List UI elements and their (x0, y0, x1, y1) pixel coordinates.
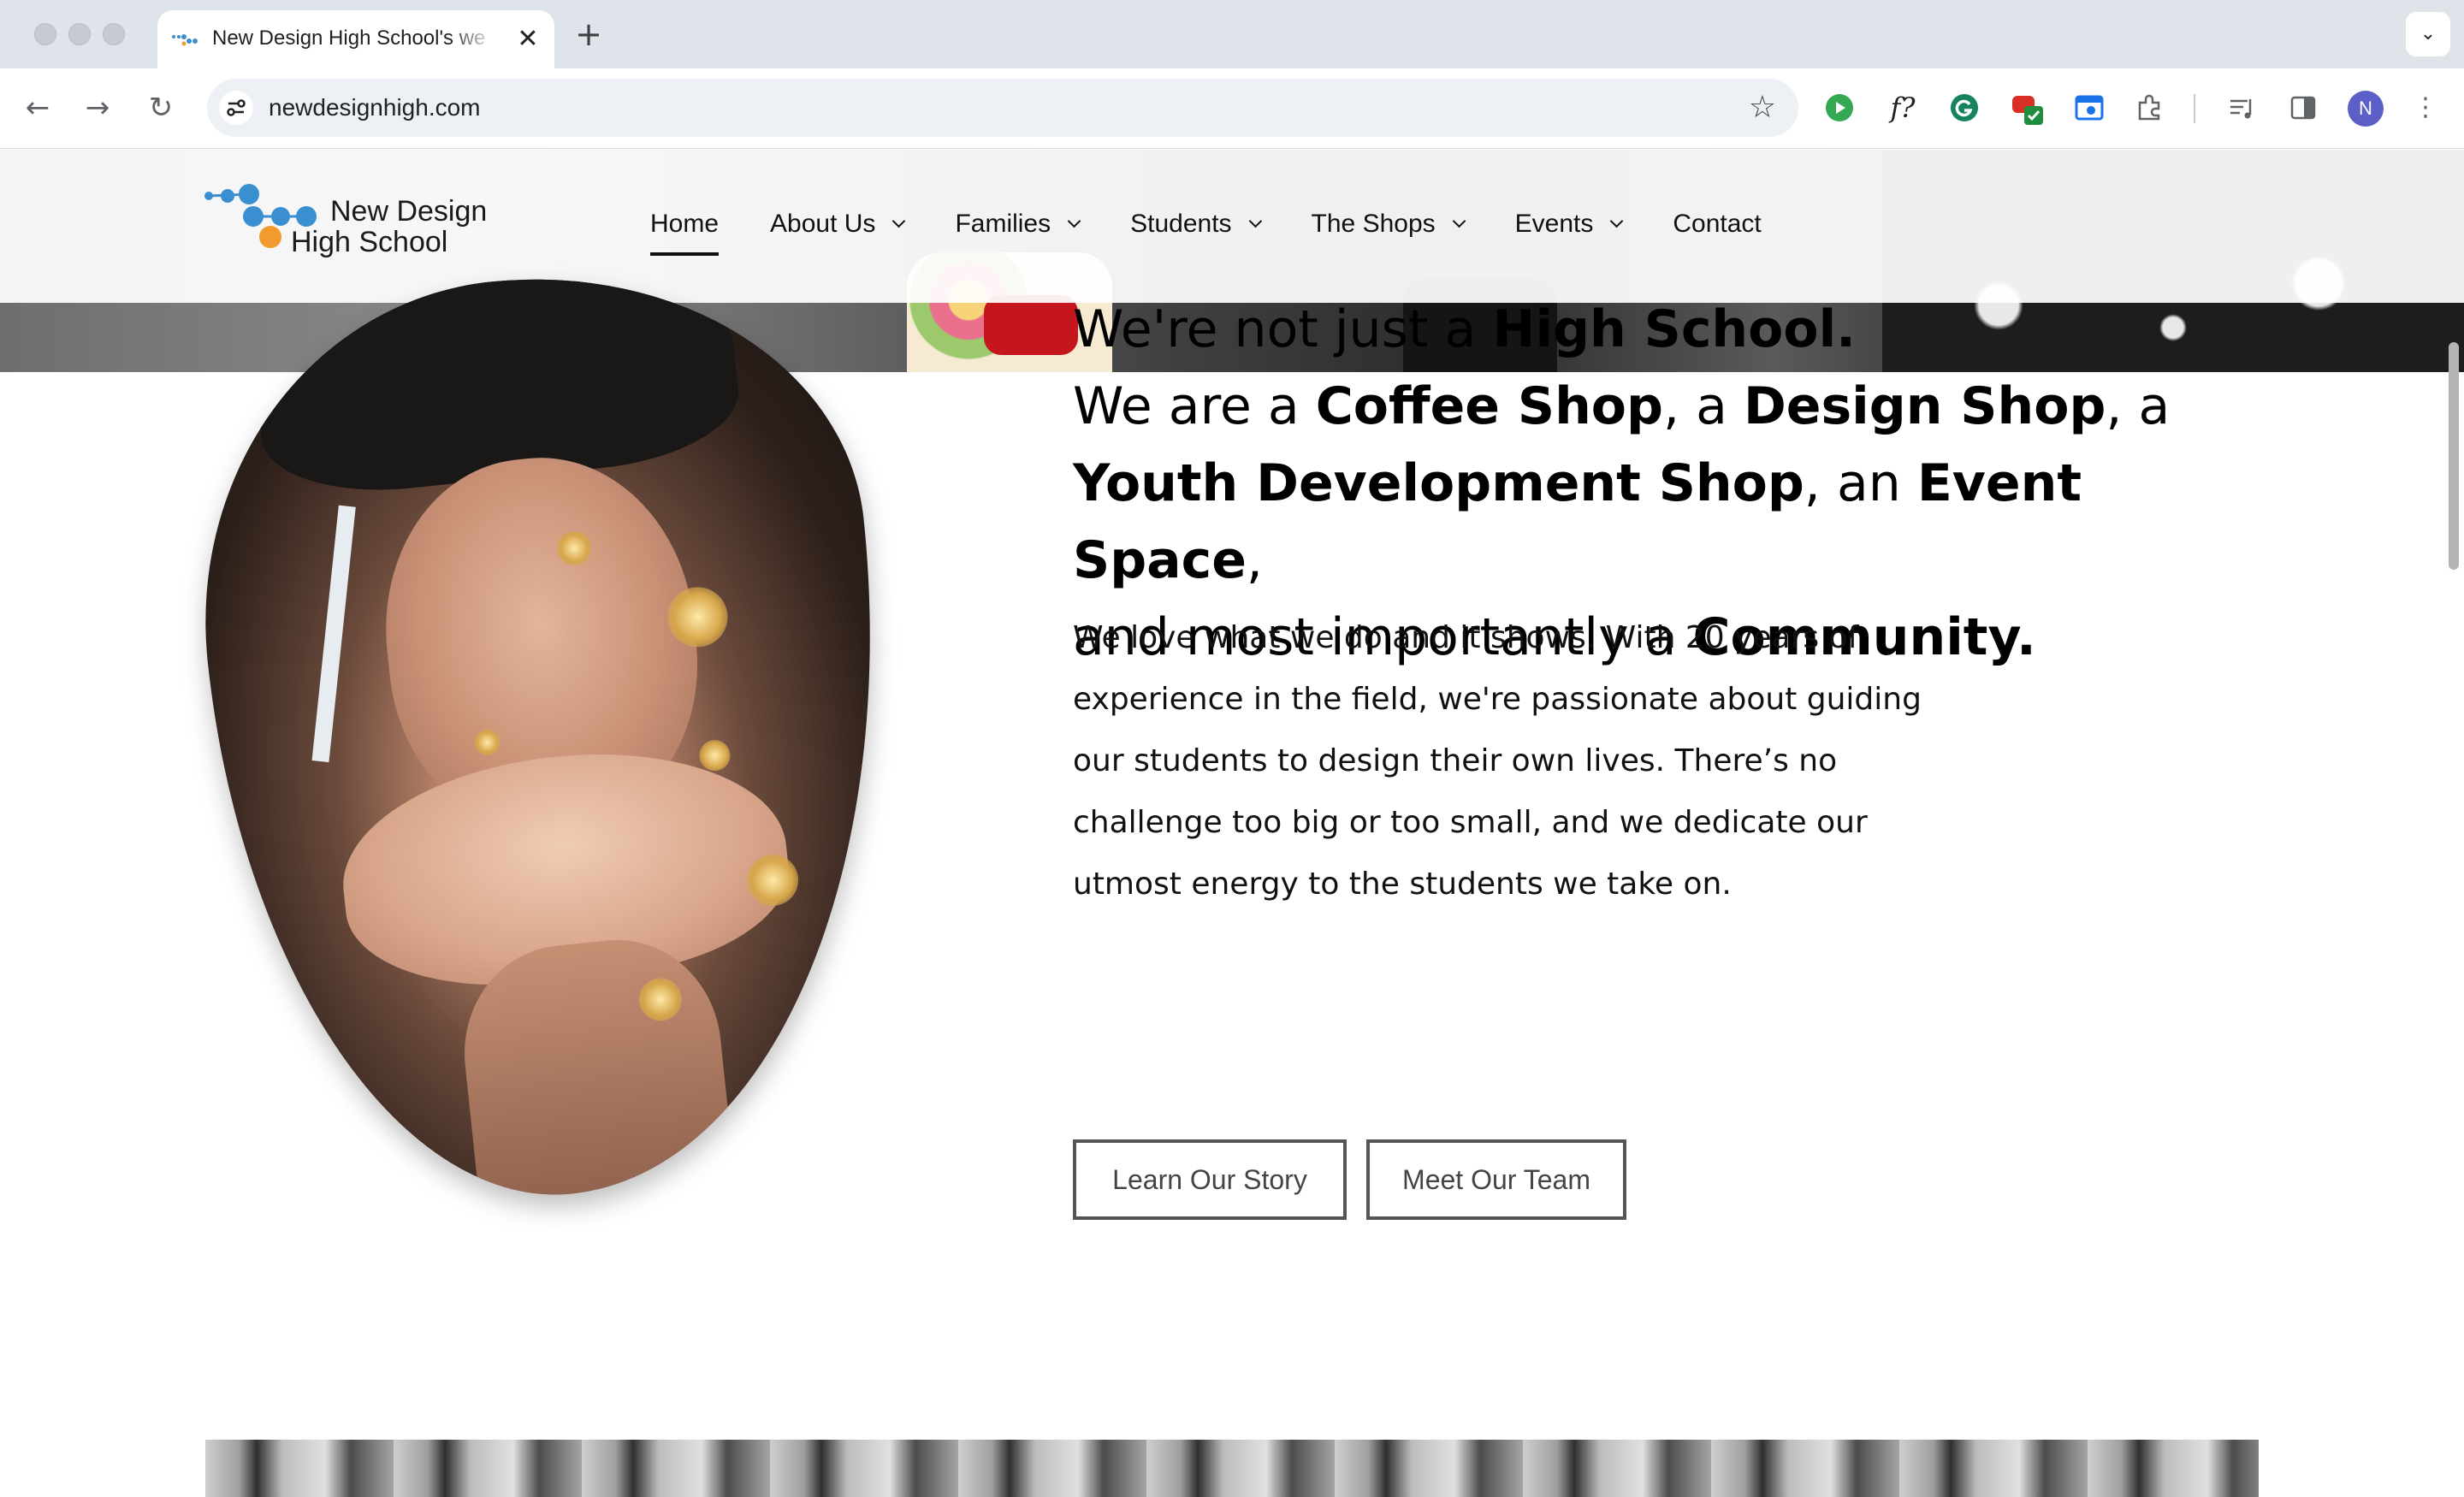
extension-badge-icon[interactable] (2009, 89, 2046, 127)
window-zoom-button[interactable] (103, 23, 125, 45)
learn-our-story-button[interactable]: Learn Our Story (1073, 1139, 1347, 1220)
logo-line-2: High School (291, 226, 448, 258)
nav-home[interactable]: Home (650, 210, 720, 256)
page-scrollbar[interactable] (2449, 342, 2459, 570)
new-tab-button[interactable]: + (572, 17, 606, 51)
forward-button[interactable]: → (77, 87, 118, 128)
nav-home-label: Home (650, 210, 720, 238)
section-photo-banner (205, 1440, 2259, 1497)
photo-tassel-shape (311, 505, 356, 763)
browser-menu-icon[interactable]: ⋮ (2413, 87, 2438, 128)
main-nav: Home About Us Families Students The Shop… (650, 210, 1813, 261)
nav-about-us[interactable]: About Us (770, 210, 906, 239)
meet-our-team-button[interactable]: Meet Our Team (1366, 1139, 1626, 1220)
glitter-sparkle (697, 738, 732, 772)
nav-events-label: Events (1514, 210, 1594, 238)
headline-text: We are a (1073, 376, 1316, 436)
toolbar-divider (2194, 94, 2195, 123)
screenshot-icon[interactable] (2070, 89, 2108, 127)
grammarly-icon[interactable] (1946, 89, 1983, 127)
logo-wordmark: New Design High School (291, 195, 488, 257)
address-bar[interactable]: newdesignhigh.com ☆ (207, 79, 1798, 137)
url-text[interactable]: newdesignhigh.com (269, 94, 481, 121)
tab-close-icon[interactable]: ✕ (513, 25, 542, 54)
logo-line-1: New Design (330, 195, 488, 228)
profile-avatar[interactable]: N (2348, 91, 2384, 127)
headline-line-1: We're not just a High School. (1073, 291, 2271, 368)
window-close-button[interactable] (34, 23, 56, 45)
headline-line-3: Youth Development Shop, an Event Space, (1073, 445, 2271, 599)
reload-button[interactable]: ↻ (140, 87, 181, 128)
site-favicon-icon (172, 34, 198, 46)
nav-the-shops[interactable]: The Shops (1311, 210, 1466, 239)
photo-arm-shape (453, 929, 738, 1226)
nav-contact[interactable]: Contact (1673, 210, 1761, 239)
nav-families[interactable]: Families (955, 210, 1081, 239)
chevron-down-icon (1452, 214, 1466, 228)
nav-students-label: Students (1130, 210, 1232, 238)
site-info-icon[interactable] (219, 91, 253, 125)
fx-icon[interactable]: f? (1884, 89, 1922, 127)
headline-emphasis: Design Shop (1743, 376, 2106, 436)
hero-blob-photo (171, 246, 931, 1226)
nav-events[interactable]: Events (1514, 210, 1624, 239)
headline-text: , (1246, 530, 1263, 590)
chevron-down-icon (1248, 214, 1262, 228)
school-logo[interactable]: New Design High School (202, 180, 510, 266)
bookmark-star-icon[interactable]: ☆ (1749, 87, 1776, 128)
browser-tab-active[interactable]: New Design High School's we ✕ (157, 10, 554, 68)
nav-students[interactable]: Students (1130, 210, 1262, 239)
puzzle-icon[interactable] (2130, 89, 2168, 127)
headline-text: , a (1662, 376, 1744, 436)
tab-search-button[interactable]: ⌄ (2406, 12, 2450, 56)
page-viewport: New Design High School Home About Us Fam… (0, 150, 2464, 1497)
tune-icon (227, 99, 246, 116)
headline-emphasis: Coffee Shop (1315, 376, 1663, 436)
headline-text: , a (2106, 376, 2171, 436)
chevron-down-icon (1610, 214, 1624, 228)
nav-about-us-label: About Us (770, 210, 876, 238)
chevron-down-icon (1067, 214, 1081, 228)
nav-contact-label: Contact (1673, 210, 1762, 238)
tab-title: New Design High School's we (212, 27, 486, 50)
play-icon[interactable] (1821, 89, 1858, 127)
back-button[interactable]: ← (17, 87, 58, 128)
hero-body-text: We love what we do and it shows. With 20… (1073, 620, 1922, 902)
sidepanel-icon[interactable] (2284, 89, 2322, 127)
red-garment-shape (984, 295, 1078, 355)
headline-line-2: We are a Coffee Shop, a Design Shop, a (1073, 368, 2271, 445)
browser-tabstrip: New Design High School's we ✕ + ⌄ (0, 0, 2464, 68)
headline-emphasis: Youth Development Shop (1073, 453, 1804, 513)
site-header: New Design High School Home About Us Fam… (0, 150, 2464, 303)
nav-families-label: Families (955, 210, 1051, 238)
window-minimize-button[interactable] (68, 23, 91, 45)
headline-emphasis: High School. (1492, 299, 1856, 359)
media-icon[interactable] (2223, 89, 2260, 127)
headline-text: , an (1804, 453, 1917, 513)
nav-the-shops-label: The Shops (1311, 210, 1436, 238)
headline-text: We're not just a (1073, 299, 1493, 359)
chevron-down-icon (892, 214, 906, 228)
browser-toolbar: ← → ↻ newdesignhigh.com ☆ f? N ⋮ (0, 68, 2464, 149)
